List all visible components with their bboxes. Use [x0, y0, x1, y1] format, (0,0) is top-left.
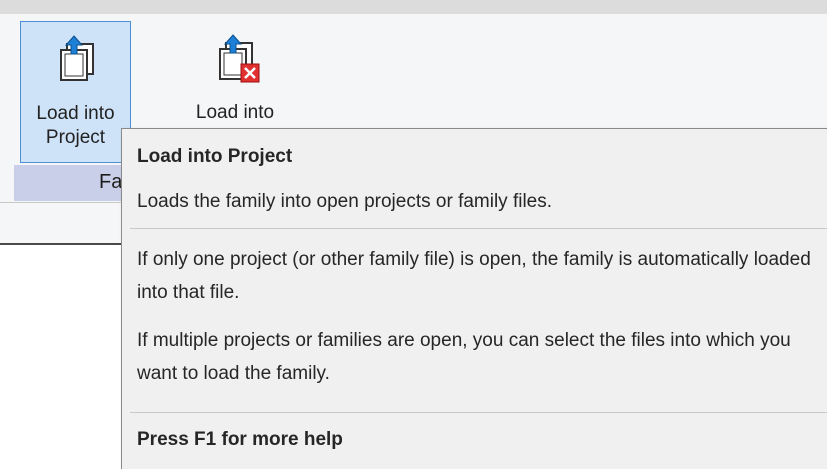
tooltip-paragraph: If only one project (or other family fil…: [137, 249, 811, 303]
tooltip-paragraph: If multiple projects or families are ope…: [137, 330, 791, 384]
tooltip-divider: [130, 228, 827, 229]
load-into-project-and-close-label: Load into: [195, 102, 275, 123]
load-into-project-and-close-icon: [213, 33, 261, 90]
tooltip-help-hint: Press F1 for more help: [137, 429, 343, 450]
tooltip: Load into Project Loads the family into …: [121, 128, 827, 469]
load-into-project-icon: [54, 34, 98, 89]
load-into-project-button[interactable]: Load into Project: [20, 21, 131, 163]
tooltip-title: Load into Project: [137, 146, 293, 167]
tooltip-divider: [130, 412, 827, 413]
load-into-project-label: Load into Project: [36, 103, 115, 148]
tooltip-description: Loads the family into open projects or f…: [137, 191, 553, 212]
panel-label: Fa: [99, 171, 123, 193]
title-strip: [0, 0, 827, 15]
